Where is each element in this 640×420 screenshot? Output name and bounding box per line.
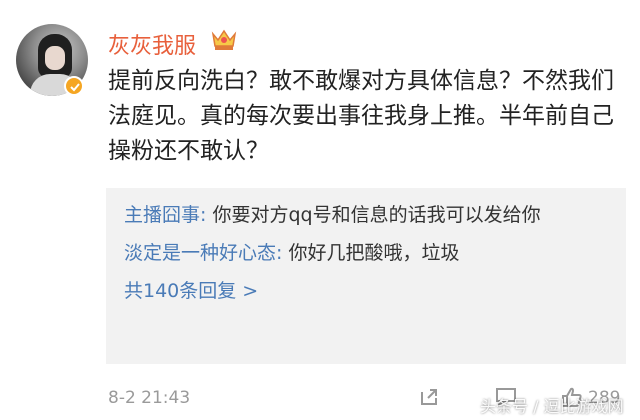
comments-box: 主播囧事: 你要对方qq号和信息的话我可以发给你 淡定是一种好心态: 你好几把酸… [106,188,626,364]
reply-item: 淡定是一种好心态: 你好几把酸哦，垃圾 [124,238,612,268]
username[interactable]: 灰灰我服 [108,28,196,60]
reply-author[interactable]: 主播囧事: [124,204,206,226]
reply-author[interactable]: 淡定是一种好心态: [124,242,282,264]
post-text: 提前反向洗白？敢不敢爆对方具体信息？不然我们法庭见。真的每次要出事往我身上推。半… [108,68,614,164]
watermark: 头条号 / 逗比游戏网 [480,397,624,416]
timestamp: 8-2 21:43 [108,388,191,408]
reply-item: 主播囧事: 你要对方qq号和信息的话我可以发给你 [124,200,612,230]
more-replies-link[interactable]: 共140条回复 > [124,276,612,306]
share-icon[interactable] [418,386,440,408]
reply-text: 你好几把酸哦，垃圾 [282,242,460,264]
verified-badge-icon [64,76,84,96]
reply-text: 你要对方qq号和信息的话我可以发给你 [206,204,541,226]
crown-vip-icon [211,29,237,50]
